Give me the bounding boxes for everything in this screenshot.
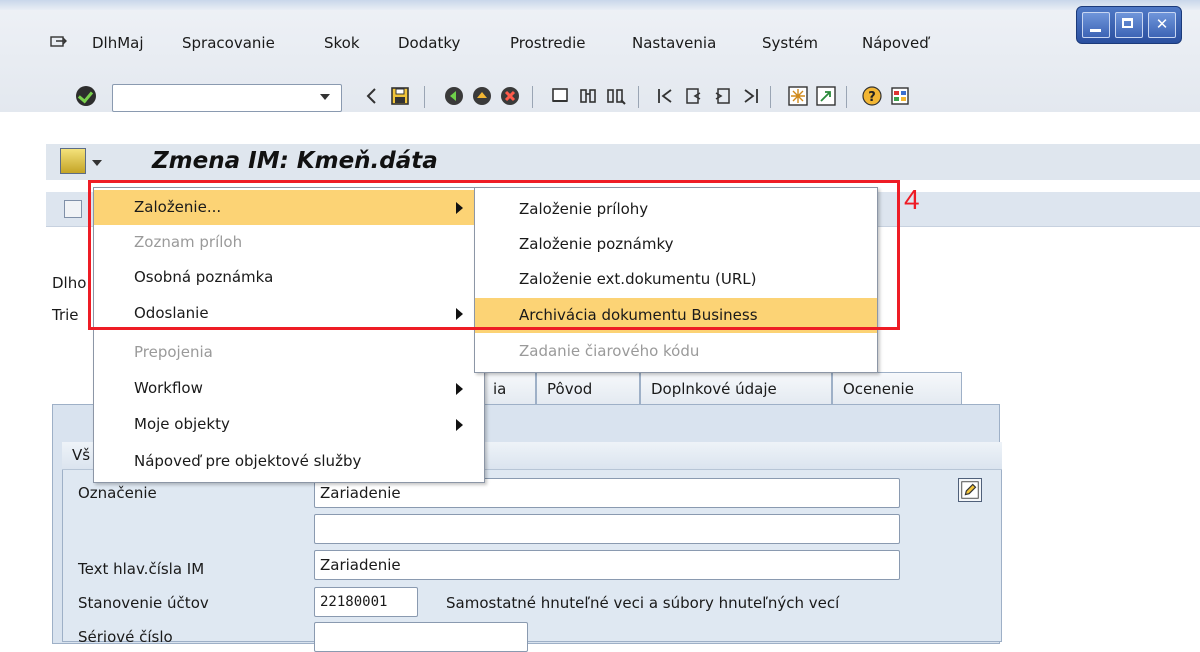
menu-item-prepojenia[interactable]: Prepojenia [94,335,484,370]
back-green-icon[interactable] [444,86,464,106]
close-button[interactable]: ✕ [1148,12,1176,38]
toolbar-separator [846,86,847,108]
annotation-step-number: 4 [904,184,920,215]
layout-icon[interactable] [890,86,910,106]
menu-nastavenia[interactable]: Nastavenia [632,34,716,52]
last-page-icon[interactable] [740,86,760,106]
oznacenie-value: Zariadenie [320,484,401,502]
menu-spracovanie[interactable]: Spracovanie [182,34,275,52]
menu-skok[interactable]: Skok [324,34,360,52]
tab-label: ia [493,380,507,398]
tab-povod[interactable]: Pôvod [536,372,640,404]
toolbar-separator [532,86,533,108]
other-asset-icon[interactable] [64,200,82,218]
back-icon[interactable] [362,86,382,106]
title-strip [0,0,1200,10]
class-label-partial: Trie [52,306,79,324]
toolbar-separator [770,86,771,108]
menu-dodatky[interactable]: Dodatky [398,34,460,52]
ucet-input[interactable]: 22180001 [314,587,418,617]
serial-input[interactable] [314,622,528,652]
tab-label: Doplnkové údaje [651,380,777,398]
ucet-value: 22180001 [320,594,388,610]
new-session-icon[interactable] [788,86,808,106]
text-value: Zariadenie [320,556,401,574]
chevron-right-icon [456,383,463,395]
tab-doplnkove-udaje[interactable]: Doplnkové údaje [640,372,832,404]
cancel-icon[interactable] [500,86,520,106]
chevron-down-icon[interactable] [318,90,332,104]
window-controls: ✕ [1076,6,1182,44]
serial-label: Sériové číslo [78,628,173,646]
save-icon[interactable] [390,86,410,106]
first-page-icon[interactable] [656,86,676,106]
previous-page-icon[interactable] [684,86,704,106]
menu-item-moje-objekty[interactable]: Moje objekty [94,407,484,442]
oznacenie-label: Označenie [78,484,157,502]
group-title-partial: Vš [72,446,91,464]
ucet-label: Stanovenie účtov [78,594,209,612]
menu-item-workflow[interactable]: Workflow [94,371,484,406]
menu-item-label: Prepojenia [134,343,213,361]
minimize-button[interactable] [1082,12,1110,38]
find-icon[interactable] [578,86,598,106]
tab-ocenenie[interactable]: Ocenenie [832,372,962,404]
next-page-icon[interactable] [712,86,732,106]
print-icon[interactable] [550,86,570,106]
annotation-highlight-box [88,180,900,330]
tab-partial[interactable]: ia [482,372,536,404]
toolbar-separator [638,86,639,108]
asset-label-partial: Dlho [52,274,87,292]
chevron-right-icon [456,419,463,431]
page-title: Zmena IM: Kmeň.dáta [152,148,438,174]
menu-dlhmaj[interactable]: DlhMaj [92,34,144,52]
enter-icon[interactable] [76,86,96,106]
shortcut-icon[interactable] [816,86,836,106]
chevron-down-icon[interactable] [92,160,102,166]
menu-item-label: Zadanie čiarového kódu [519,342,700,360]
menu-napoved[interactable]: Nápoveď [862,34,929,52]
toolbar-separator [424,86,425,108]
command-field[interactable] [112,84,342,112]
menu-prostredie[interactable]: Prostredie [510,34,585,52]
tab-label: Pôvod [547,380,593,398]
menu-system[interactable]: Systém [762,34,818,52]
menu-bar: DlhMaj Spracovanie Skok Dodatky Prostred… [0,34,1060,62]
menu-item-zadanie-ciaroveho-kodu[interactable]: Zadanie čiarového kódu [475,334,877,369]
menu-item-napoved-objektove-sluzby[interactable]: Nápoveď pre objektové služby [94,444,484,479]
exit-icon[interactable] [472,86,492,106]
find-next-icon[interactable] [606,86,626,106]
help-icon[interactable]: ? [862,86,882,106]
text-label: Text hlav.čísla IM [78,560,205,578]
tab-label: Ocenenie [843,380,914,398]
menu-item-label: Workflow [134,379,203,397]
edit-text-icon[interactable] [958,478,982,502]
object-services-icon[interactable] [60,148,86,174]
menu-item-label: Moje objekty [134,415,230,433]
ucet-description: Samostatné hnuteľné veci a súbory hnuteľ… [446,594,840,612]
text-input[interactable]: Zariadenie [314,550,900,580]
menu-item-label: Nápoveď pre objektové služby [134,452,362,470]
maximize-button[interactable] [1115,12,1143,38]
svg-text:?: ? [868,90,876,105]
oznacenie2-input[interactable] [314,514,900,544]
